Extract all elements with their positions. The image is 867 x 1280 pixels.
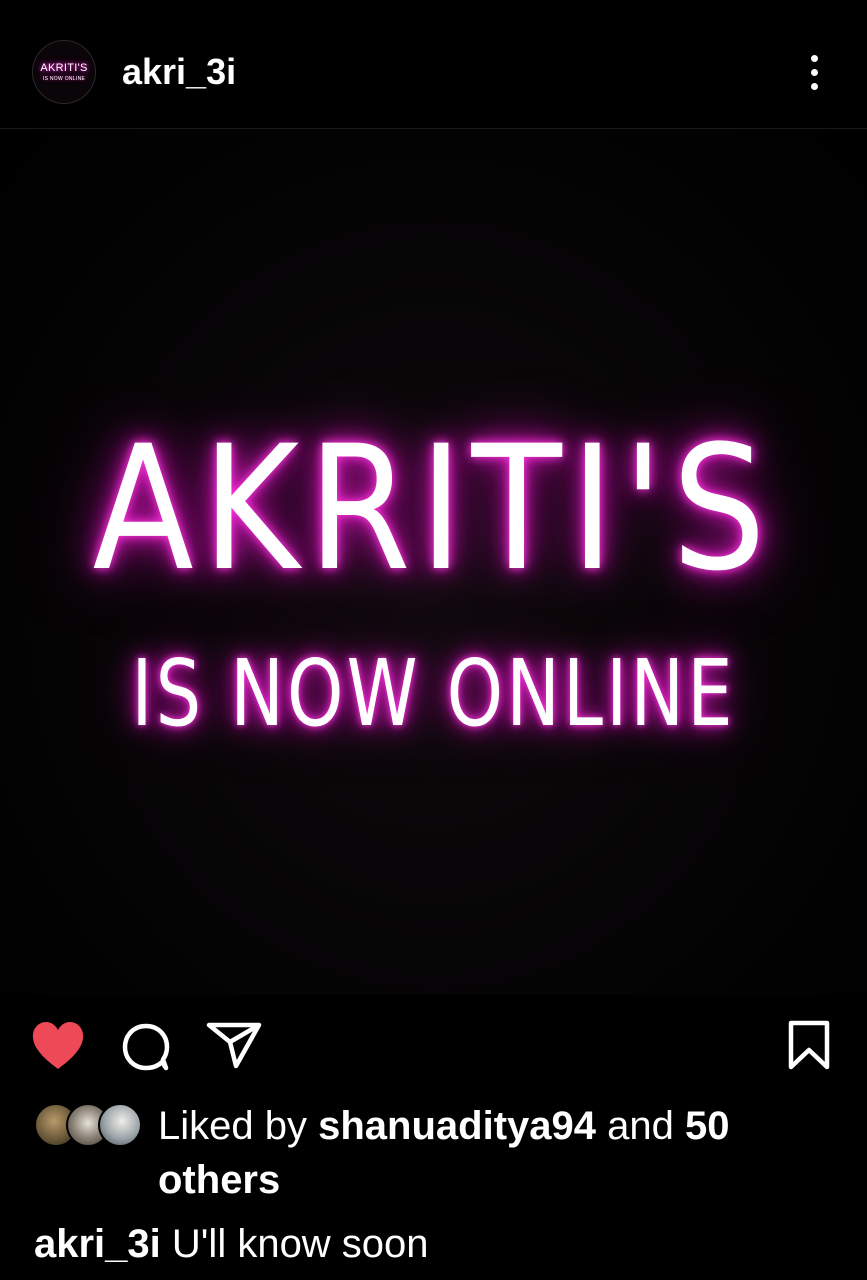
likes-prefix: Liked by (158, 1104, 307, 1148)
liker-username[interactable]: shanuaditya94 (318, 1104, 596, 1148)
send-icon[interactable] (205, 1021, 263, 1069)
more-dot (810, 54, 818, 62)
more-options-icon[interactable] (800, 50, 828, 94)
bookmark-icon[interactable] (788, 1020, 830, 1070)
caption-text: U'll know soon (171, 1222, 429, 1266)
avatar-logo-line1: AKRITI'S (40, 62, 88, 74)
post-username[interactable]: akri_3i (122, 50, 236, 94)
post-header: AKRITI'S IS NOW ONLINE akri_3i (0, 0, 867, 129)
likes-summary[interactable]: Liked by shanuaditya94 and 50 others (158, 1099, 838, 1207)
heart-filled-icon[interactable] (30, 1021, 86, 1071)
profile-avatar[interactable]: AKRITI'S IS NOW ONLINE (32, 40, 96, 104)
likes-middle: and (607, 1104, 674, 1148)
neon-title: AKRITI'S (92, 408, 775, 609)
comment-icon[interactable] (120, 1023, 172, 1071)
liker-avatar (98, 1103, 142, 1147)
post-caption: akri_3i U'll know soon (34, 1216, 854, 1272)
more-dot (810, 82, 818, 90)
more-dot (810, 68, 818, 76)
caption-username[interactable]: akri_3i (34, 1222, 161, 1266)
liker-avatars[interactable] (34, 1103, 142, 1147)
post-image[interactable]: AKRITI'S IS NOW ONLINE (0, 129, 867, 995)
avatar-logo-line2: IS NOW ONLINE (42, 76, 86, 82)
likes-section: Liked by shanuaditya94 and 50 others (0, 1095, 867, 1207)
neon-subtitle: IS NOW ONLINE (131, 640, 736, 747)
action-bar (0, 995, 867, 1095)
